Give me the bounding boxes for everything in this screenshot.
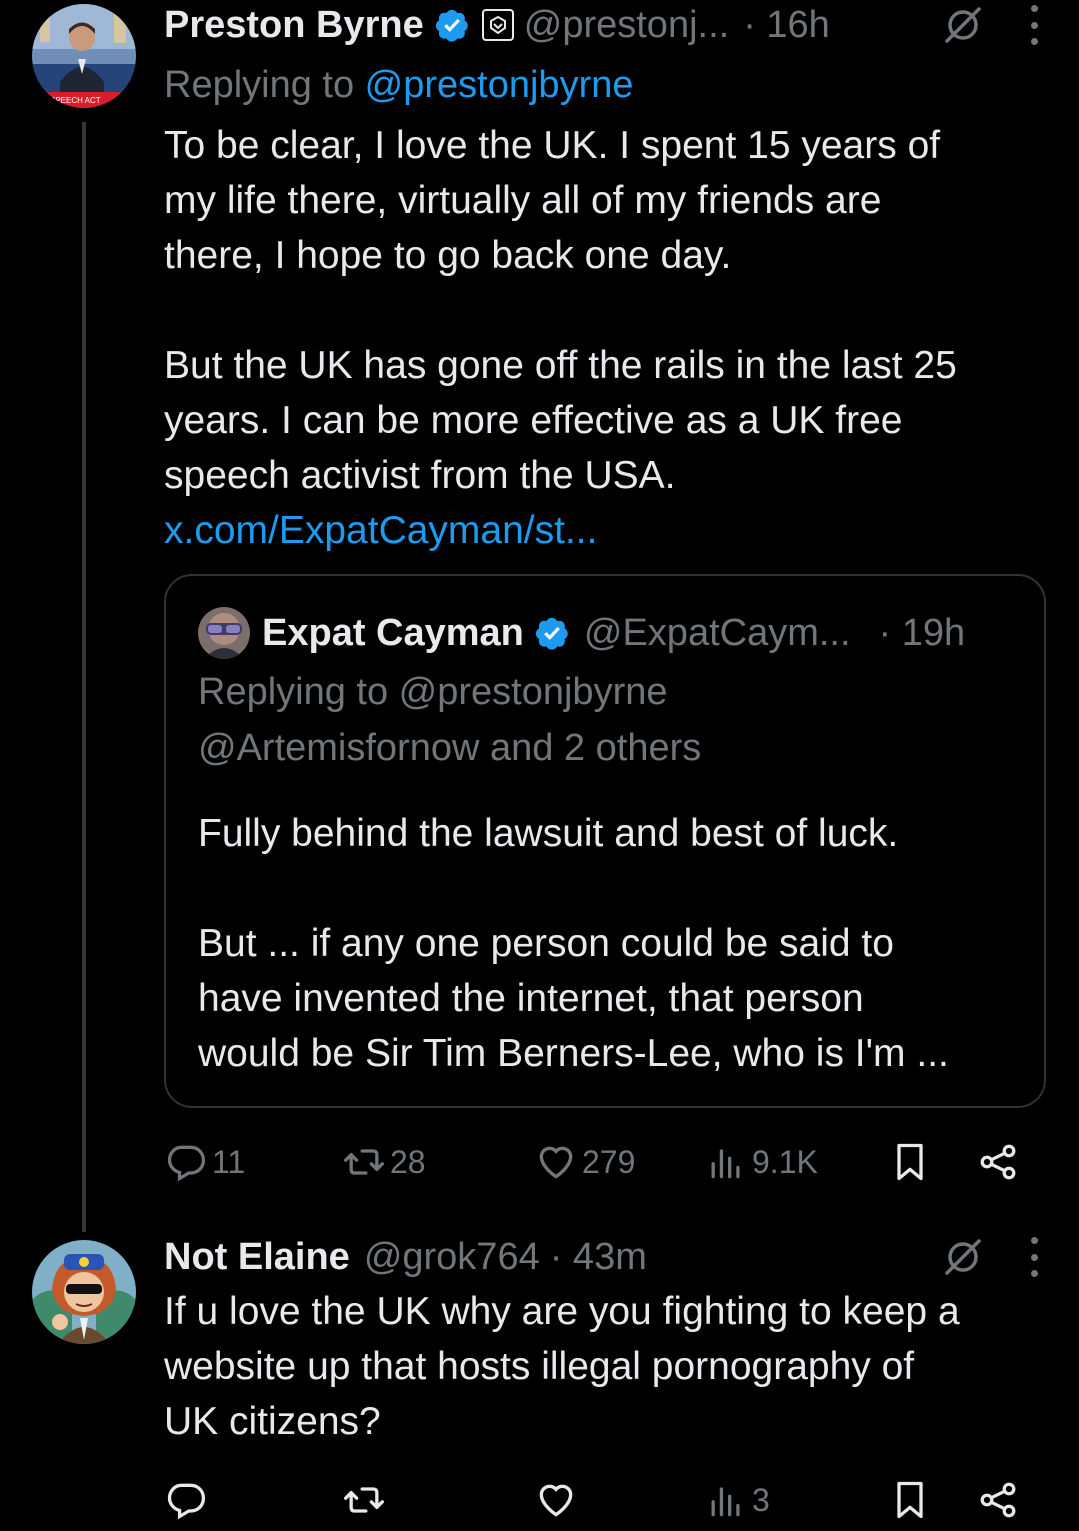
replying-to-handle-link[interactable]: @prestonjbyrne [365,64,634,106]
avatar-not-elaine[interactable] [32,1240,136,1344]
tweet-header: Not Elaine @grok764 · 43m [164,1230,1039,1284]
tweet-link[interactable]: x.com/ExpatCayman/st... [164,503,1044,558]
author-handle[interactable]: @grok764 [364,1236,540,1279]
quoted-tweet-header: Expat Cayman @ExpatCaym... · 19h [198,606,965,660]
views-count: 9.1K [752,1143,818,1180]
like-icon [539,1146,573,1179]
avatar-expat-cayman[interactable] [198,607,250,659]
reply-icon [167,1483,206,1520]
tweet-header-actions [941,0,1039,52]
quoted-author-name[interactable]: Expat Cayman [262,612,524,655]
quoted-paragraph-2: But ... if any one person could be said … [198,922,949,1075]
quoted-reply-line-2: @Artemisfornow and 2 others [198,727,702,769]
quoted-tweet-body: Fully behind the lawsuit and best of luc… [198,806,1018,1081]
quoted-tweet[interactable]: Expat Cayman @ExpatCaym... · 19h Replyin… [164,574,1046,1108]
bookmark-icon [897,1481,923,1519]
views-icon [711,1149,740,1179]
repost-count: 28 [390,1143,426,1180]
author-name[interactable]: Preston Byrne [164,4,424,47]
reply-icon [167,1145,206,1182]
like-button[interactable]: 279 [534,1132,635,1192]
reply-button[interactable]: 11 [164,1132,245,1192]
tweet-actions: 3 [164,1470,1034,1530]
more-icon[interactable] [1029,5,1039,45]
views-button[interactable]: 9.1K [704,1132,818,1192]
quoted-author-handle[interactable]: @ExpatCaym... [584,612,851,655]
author-name[interactable]: Not Elaine [164,1236,350,1279]
views-button[interactable]: 3 [704,1470,770,1530]
more-icon[interactable] [1029,1237,1039,1277]
tweet-actions: 11 28 279 9.1K [164,1132,1034,1192]
verified-badge-icon[interactable] [534,615,570,651]
tweet-text: If u love the UK why are you fighting to… [164,1290,960,1443]
bookmark-icon [897,1143,923,1181]
quoted-replying-to: Replying to @prestonjbyrne @Artemisforno… [198,664,701,776]
replying-to: Replying to @prestonjbyrne [164,58,634,112]
share-button[interactable] [976,1470,1020,1530]
affiliate-badge-icon[interactable] [481,9,514,41]
quoted-reply-line-1: Replying to @prestonjbyrne [198,671,668,713]
tweet-body: If u love the UK why are you fighting to… [164,1284,1044,1449]
thread-line [82,122,86,1232]
avatar-preston-byrne[interactable]: SPEECH ACT [32,4,136,108]
verified-badge-icon[interactable] [434,7,470,43]
author-handle[interactable]: @prestonj... [524,4,729,47]
grok-icon[interactable] [941,3,985,47]
like-icon [539,1484,573,1517]
reply-button[interactable] [164,1470,208,1530]
like-button[interactable] [534,1470,578,1530]
share-icon [980,1482,1016,1518]
like-count: 279 [582,1143,636,1180]
tweet-timestamp[interactable]: · 16h [743,4,830,47]
repost-icon [344,1487,384,1513]
views-icon [711,1487,740,1517]
repost-button[interactable]: 28 [342,1132,426,1192]
quoted-paragraph-1: Fully behind the lawsuit and best of luc… [198,812,899,855]
avatar-caption: SPEECH ACT [50,96,101,105]
repost-icon [344,1149,384,1175]
tweet-paragraph-1: To be clear, I love the UK. I spent 15 y… [164,124,941,277]
tweet-header: Preston Byrne @prestonj... · 16h [164,0,1039,52]
share-icon [980,1144,1016,1180]
views-count: 3 [752,1481,770,1518]
tweet-not-elaine[interactable]: Not Elaine @grok764 · 43m If u love the … [0,1220,1079,1531]
quoted-timestamp[interactable]: · 19h [879,612,966,655]
grok-icon[interactable] [941,1235,985,1279]
bookmark-button[interactable] [888,1132,932,1192]
replying-to-label: Replying to [164,64,365,106]
tweet-preston-byrne[interactable]: SPEECH ACT Preston Byrne @prestonj... · … [0,0,1079,1232]
tweet-body: To be clear, I love the UK. I spent 15 y… [164,118,1044,558]
tweet-paragraph-2: But the UK has gone off the rails in the… [164,344,957,497]
reply-count: 11 [212,1143,246,1180]
repost-button[interactable] [342,1470,386,1530]
tweet-header-actions [941,1230,1039,1284]
share-button[interactable] [976,1132,1020,1192]
bookmark-button[interactable] [888,1470,932,1530]
tweet-timestamp[interactable]: · 43m [550,1236,647,1279]
